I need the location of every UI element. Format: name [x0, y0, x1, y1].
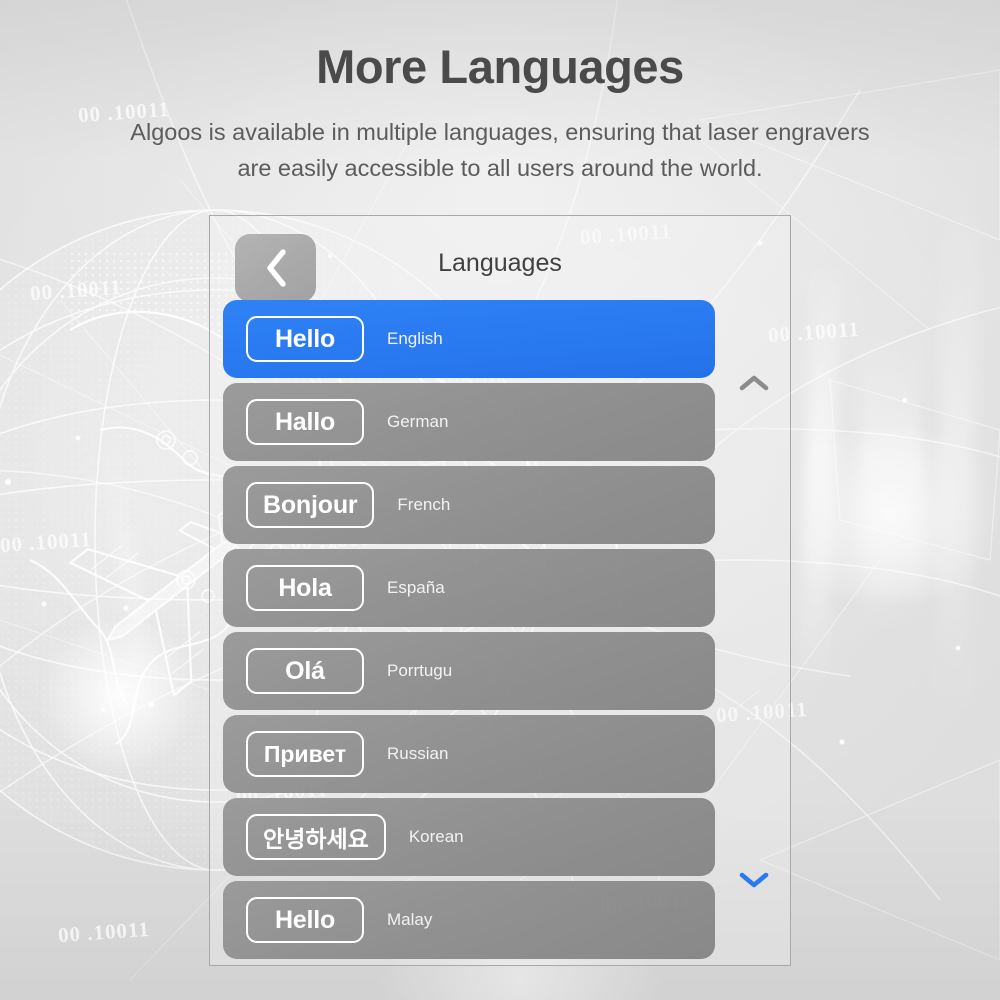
light-glow	[30, 620, 210, 770]
language-name: Porrtugu	[387, 661, 453, 680]
screen-title: Languages	[438, 249, 562, 277]
page-title: More Languages	[316, 40, 684, 93]
language-name: German	[387, 412, 449, 431]
greeting-pill: Hello	[246, 897, 364, 943]
light-streak	[859, 329, 925, 631]
language-name: Russian	[387, 744, 449, 763]
greeting-pill: Hello	[246, 316, 364, 362]
chevron-down-icon	[739, 872, 769, 888]
greeting-pill: Привет	[246, 731, 364, 777]
scroll-up-button[interactable]	[729, 363, 779, 403]
page-subtitle-line-1: Algoos is available in multiple language…	[130, 119, 870, 146]
language-row[interactable]: Olá Porrtugu	[223, 632, 715, 710]
greeting-pill: 안녕하세요	[246, 814, 386, 860]
language-row[interactable]: Hello English	[223, 300, 715, 378]
language-name: España	[387, 578, 445, 597]
device-screen-panel: Languages Hello English Hallo German Bonjour…	[209, 215, 791, 966]
language-name: Korean	[408, 827, 464, 846]
page-header: More Languages Algoos is available in mu…	[0, 40, 1000, 187]
greeting-pill: Bonjour	[246, 482, 375, 528]
language-row[interactable]: Hallo German	[223, 383, 715, 461]
language-row[interactable]: Привет Russian	[223, 715, 715, 793]
scroll-down-button[interactable]	[729, 860, 779, 900]
language-list: Hello English Hallo German Bonjour French Hola…	[223, 300, 715, 964]
screen-header: Languages	[222, 228, 778, 302]
language-row[interactable]: Hello Malay	[223, 881, 715, 959]
language-name: French	[397, 495, 451, 514]
language-name: English	[387, 329, 443, 348]
page-subtitle-line-2: are easily accessible to all users aroun…	[237, 155, 763, 182]
language-row[interactable]: Hola España	[223, 549, 715, 627]
language-row[interactable]: 안녕하세요 Korean	[223, 798, 715, 876]
page-subtitle: Algoos is available in multiple language…	[0, 114, 1000, 187]
language-row[interactable]: Bonjour French	[223, 466, 715, 544]
greeting-pill: Hola	[246, 565, 364, 611]
greeting-pill: Olá	[246, 648, 364, 694]
language-name: Malay	[387, 910, 433, 929]
scroll-controls	[729, 300, 779, 950]
greeting-pill: Hallo	[246, 399, 364, 445]
chevron-up-icon	[739, 375, 769, 391]
